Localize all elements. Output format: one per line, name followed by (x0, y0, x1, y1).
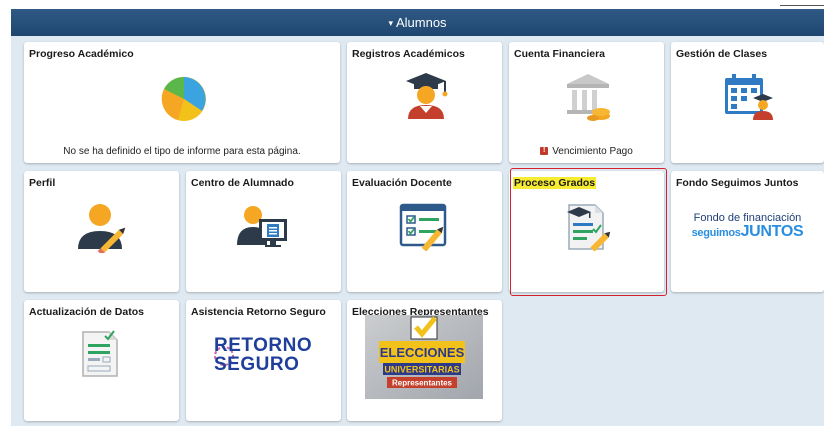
tile-elecciones-representantes[interactable]: Elecciones Representantes ELECCIONES UNI… (347, 300, 502, 421)
retorno-logo-line2: SEGURO (214, 354, 300, 375)
fondo-logo-juntos: JUNTOS (740, 223, 804, 240)
student-center-icon (237, 206, 287, 247)
tile-title: Cuenta Financiera (514, 48, 606, 60)
tile-title: Perfil (29, 177, 56, 189)
tile-perfil[interactable]: Perfil (24, 171, 179, 292)
retorno-seguro-logo: RETORNO SEGURO (214, 336, 324, 374)
dropdown-arrow-icon: ▾ (388, 18, 393, 28)
tile-title: Proceso Grados (513, 177, 597, 189)
tile-title: Fondo Seguimos Juntos (676, 177, 799, 189)
tile-progreso-academico[interactable]: Progreso Académico No se ha definido el … (24, 42, 340, 163)
banner-line2: UNIVERSITARIAS (384, 365, 459, 375)
tile-asistencia-retorno-seguro[interactable]: Asistencia Retorno Seguro RETORNO SEGURO (186, 300, 341, 421)
payment-alert[interactable]: ! Vencimiento Pago (509, 146, 664, 157)
tile-actualizacion-datos[interactable]: Actualización de Datos (24, 300, 179, 421)
banner-line1: ELECCIONES (380, 345, 465, 360)
bank-icon (567, 74, 610, 121)
data-form-icon (82, 330, 118, 377)
homepage-title: Alumnos (395, 15, 447, 30)
tile-title: Registros Académicos (352, 48, 465, 60)
tile-title: Asistencia Retorno Seguro (191, 306, 326, 318)
graduate-student-icon (406, 73, 448, 119)
tile-title: Evaluación Docente (352, 177, 452, 189)
retorno-logo-line1: RETORNO (214, 335, 313, 356)
tile-registros-academicos[interactable]: Registros Académicos (347, 42, 502, 163)
banner-line3: Representantes (392, 379, 453, 388)
top-edge-line (780, 0, 824, 6)
tile-title: Gestión de Clases (676, 48, 768, 60)
tile-title: Centro de Alumnado (191, 177, 294, 189)
tile-gestion-clases[interactable]: Gestión de Clases (671, 42, 824, 163)
tile-cuenta-financiera[interactable]: Cuenta Financiera ! Vencimiento Pago (509, 42, 664, 163)
fondo-logo: seguimosJUNTOS (671, 223, 824, 241)
tile-title: Progreso Académico (29, 48, 134, 60)
tile-fondo-seguimos-juntos[interactable]: Fondo Seguimos Juntos Fondo de financiac… (671, 171, 824, 292)
elecciones-banner: ELECCIONES UNIVERSITARIAS Representantes (365, 315, 483, 399)
evaluation-form-icon (399, 203, 447, 251)
fondo-logo-seguimos: seguimos (691, 227, 741, 239)
tile-evaluacion-docente[interactable]: Evaluación Docente (347, 171, 502, 292)
graduation-document-icon (567, 204, 611, 252)
homepage-header[interactable]: ▾ Alumnos (11, 9, 824, 36)
alert-icon: ! (540, 147, 549, 156)
report-note: No se ha definido el tipo de informe par… (63, 146, 301, 157)
payment-alert-label: Vencimiento Pago (552, 146, 633, 157)
pie-chart-icon (161, 76, 206, 121)
user-edit-icon (78, 204, 126, 253)
calendar-student-icon (725, 74, 773, 120)
tile-proceso-grados[interactable]: Proceso Grados (509, 171, 664, 292)
tile-title: Actualización de Datos (29, 306, 144, 318)
tile-centro-alumnado[interactable]: Centro de Alumnado (186, 171, 341, 292)
